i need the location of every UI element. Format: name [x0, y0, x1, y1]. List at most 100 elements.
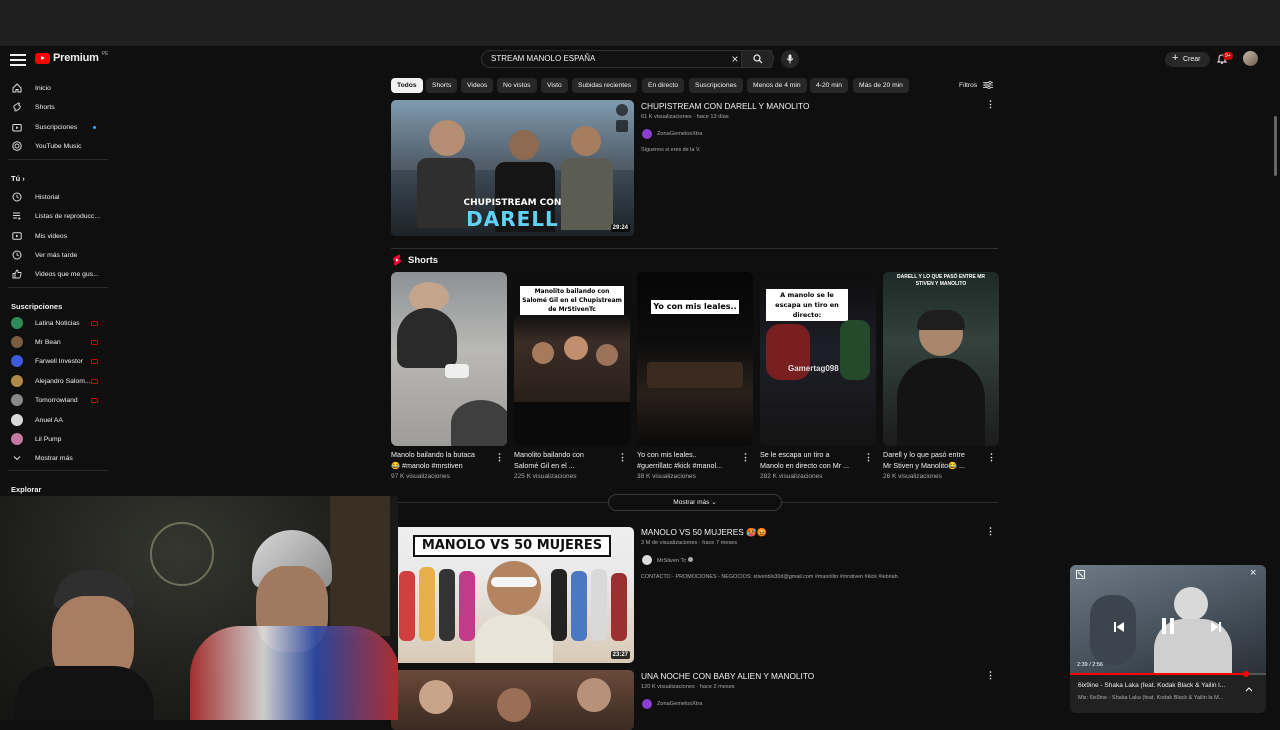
sidebar-label: YouTube Music [35, 142, 82, 150]
channel-avatar[interactable] [642, 555, 652, 565]
more-actions-icon[interactable]: ⋮ [986, 99, 995, 109]
short-thumbnail[interactable]: DARELL Y LO QUE PASÓ ENTRE MR STIVEN Y M… [883, 272, 999, 446]
video-thumbnail[interactable]: MANOLO VS 50 MUJERES 23:27 [391, 527, 634, 663]
sidebar-item-shorts[interactable]: Shorts [0, 98, 112, 116]
history-icon [12, 192, 22, 202]
sidebar-item-historial[interactable]: Historial [0, 188, 112, 206]
channel-name[interactable]: ZonaGemelosXtra [657, 131, 702, 137]
clear-search-icon[interactable]: × [729, 53, 741, 65]
miniplayer-time: 2:39 / 2:56 [1077, 662, 1103, 668]
search-button[interactable] [741, 50, 774, 68]
chip-no-vistos[interactable]: No vistos [497, 78, 537, 93]
miniplayer-progress-knob[interactable] [1243, 671, 1250, 677]
chevron-up-icon[interactable] [1245, 686, 1253, 692]
sidebar-you-heading[interactable]: Tú › [11, 174, 25, 183]
pause-icon[interactable] [1159, 617, 1177, 635]
filters-button[interactable]: Filtros [959, 82, 977, 89]
short-title[interactable]: Se le escapa un tiro a Manolo en directo … [760, 449, 860, 471]
chip-todos[interactable]: Todos [391, 78, 423, 93]
sidebar-label: Latina Noticias [35, 319, 80, 327]
video-title[interactable]: MANOLO VS 50 MUJERES 🥵😡 [641, 527, 767, 538]
chip-en-directo[interactable]: En directo [642, 78, 685, 93]
channel-avatar[interactable] [642, 699, 652, 709]
previous-icon[interactable] [1113, 621, 1125, 633]
short-chair [451, 400, 507, 446]
sidebar-item-suscripciones[interactable]: Suscripciones [0, 118, 112, 136]
channel-avatar [11, 375, 23, 387]
short-thumbnail[interactable] [391, 272, 507, 446]
short-title[interactable]: Darell y lo que pasó entre Mr Stiven y Ma… [883, 449, 983, 471]
sidebar-sub-latina-noticias[interactable]: Latina Noticias [0, 314, 112, 332]
close-icon[interactable]: × [1250, 567, 1256, 579]
account-avatar[interactable] [1243, 51, 1258, 66]
sidebar-sub-tomorrowland[interactable]: Tomorrowland [0, 391, 112, 409]
short-thumbnail[interactable]: A manolo se le escapa un tiro en directo… [760, 272, 876, 446]
watch-later-icon[interactable] [616, 104, 628, 116]
sidebar-item-inicio[interactable]: Inicio [0, 79, 112, 97]
chip-suscripciones[interactable]: Suscripciones [689, 78, 743, 93]
sidebar-sub-lil-pump[interactable]: Lil Pump [0, 430, 112, 448]
short-title[interactable]: Manolito bailando con Salomé Gil en el ..… [514, 449, 614, 471]
shorts-show-more-button[interactable]: Mostrar más ⌄ [608, 494, 782, 511]
miniplayer[interactable]: × 2:39 / 2:56 6ix9ine - Shaka Laka (feat… [1070, 565, 1266, 713]
short-more-icon[interactable]: ⋮ [618, 452, 627, 462]
scrollbar-thumb[interactable] [1274, 116, 1277, 176]
filters-icon[interactable] [983, 81, 993, 89]
short-caption: Yo con mis leales.. [651, 300, 739, 314]
sidebar-sub-anuel-aa[interactable]: Anuel AA [0, 411, 112, 429]
thumbnail-person [571, 126, 601, 156]
short-thumbnail[interactable]: Yo con mis leales.. [637, 272, 753, 446]
show-more-label: Mostrar más [673, 499, 710, 506]
short-more-icon[interactable]: ⋮ [987, 452, 996, 462]
music-icon [12, 141, 22, 151]
sidebar-item-liked-videos[interactable]: Videos que me gus... [0, 265, 112, 283]
sidebar-sub-alejandro-salomon[interactable]: Alejandro Salom... [0, 372, 112, 390]
video-title[interactable]: UNA NOCHE CON BABY ALIEN Y MANOLITO [641, 671, 814, 681]
channel-avatar[interactable] [642, 129, 652, 139]
chip-shorts[interactable]: Shorts [426, 78, 458, 93]
chip-subidas-recientes[interactable]: Subidas recientes [572, 78, 638, 93]
channel-avatar [11, 394, 23, 406]
chip-4-20-min[interactable]: 4-20 min [810, 78, 849, 93]
chip-mas-20-min[interactable]: Más de 20 min [853, 78, 909, 93]
more-actions-icon[interactable]: ⋮ [986, 670, 995, 680]
next-icon[interactable] [1210, 621, 1222, 633]
miniplayer-progress-fill [1070, 673, 1247, 675]
short-more-icon[interactable]: ⋮ [864, 452, 873, 462]
sidebar-item-youtube-music[interactable]: YouTube Music [0, 137, 112, 155]
sidebar-item-ver-mas-tarde[interactable]: Ver más tarde [0, 246, 112, 264]
short-more-icon[interactable]: ⋮ [741, 452, 750, 462]
sidebar-item-playlists[interactable]: Listas de reproducc... [0, 207, 112, 225]
menu-icon[interactable] [10, 54, 26, 66]
create-button[interactable]: Crear [1165, 51, 1210, 67]
video-thumbnail[interactable]: CHUPISTREAM CON DARELL 29:24 [391, 100, 634, 236]
short-title[interactable]: Yo con mis leales.. #guerrillatc #kick #m… [637, 449, 737, 471]
chip-visto[interactable]: Visto [541, 78, 568, 93]
video-views: 61 K visualizaciones [641, 114, 692, 120]
more-actions-icon[interactable]: ⋮ [986, 526, 995, 536]
video-thumbnail[interactable] [391, 670, 634, 730]
expand-icon[interactable] [1076, 570, 1085, 579]
sidebar-label: Listas de reproducc... [35, 212, 100, 220]
voice-search-button[interactable] [781, 50, 799, 68]
home-icon [12, 83, 22, 93]
youtube-premium-logo[interactable]: Premium PE [35, 51, 108, 64]
short-more-icon[interactable]: ⋮ [495, 452, 504, 462]
sidebar-sub-farwell-investor[interactable]: Farwell Investor [0, 352, 112, 370]
video-title[interactable]: CHUPISTREAM CON DARELL Y MANOLITO [641, 101, 809, 111]
sidebar-show-more[interactable]: Mostrar más [0, 449, 112, 467]
short-title-line: Manolo en directo con Mr ... [760, 461, 850, 470]
sidebar-item-mis-videos[interactable]: Mis videos [0, 227, 112, 245]
miniplayer-title[interactable]: 6ix9ine - Shaka Laka (feat. Kodak Black … [1078, 682, 1243, 689]
channel-avatar [11, 414, 23, 426]
subscriptions-icon [12, 124, 22, 132]
chip-videos[interactable]: Videos [461, 78, 494, 93]
chip-menos-4-min[interactable]: Menos de 4 min [747, 78, 807, 93]
channel-name[interactable]: MrStiven Tc [657, 557, 693, 564]
thumbnail-person [419, 680, 453, 714]
short-thumbnail[interactable]: Manolito bailando con Salomé Gil en el C… [514, 272, 630, 446]
channel-name[interactable]: ZonaGemelosXtra [657, 701, 702, 707]
add-to-queue-icon[interactable] [616, 120, 628, 132]
sidebar-sub-mr-bean[interactable]: Mr Bean [0, 333, 112, 351]
short-title[interactable]: Manolo bailando la butaca 😂 #manolo #mrst… [391, 449, 491, 471]
